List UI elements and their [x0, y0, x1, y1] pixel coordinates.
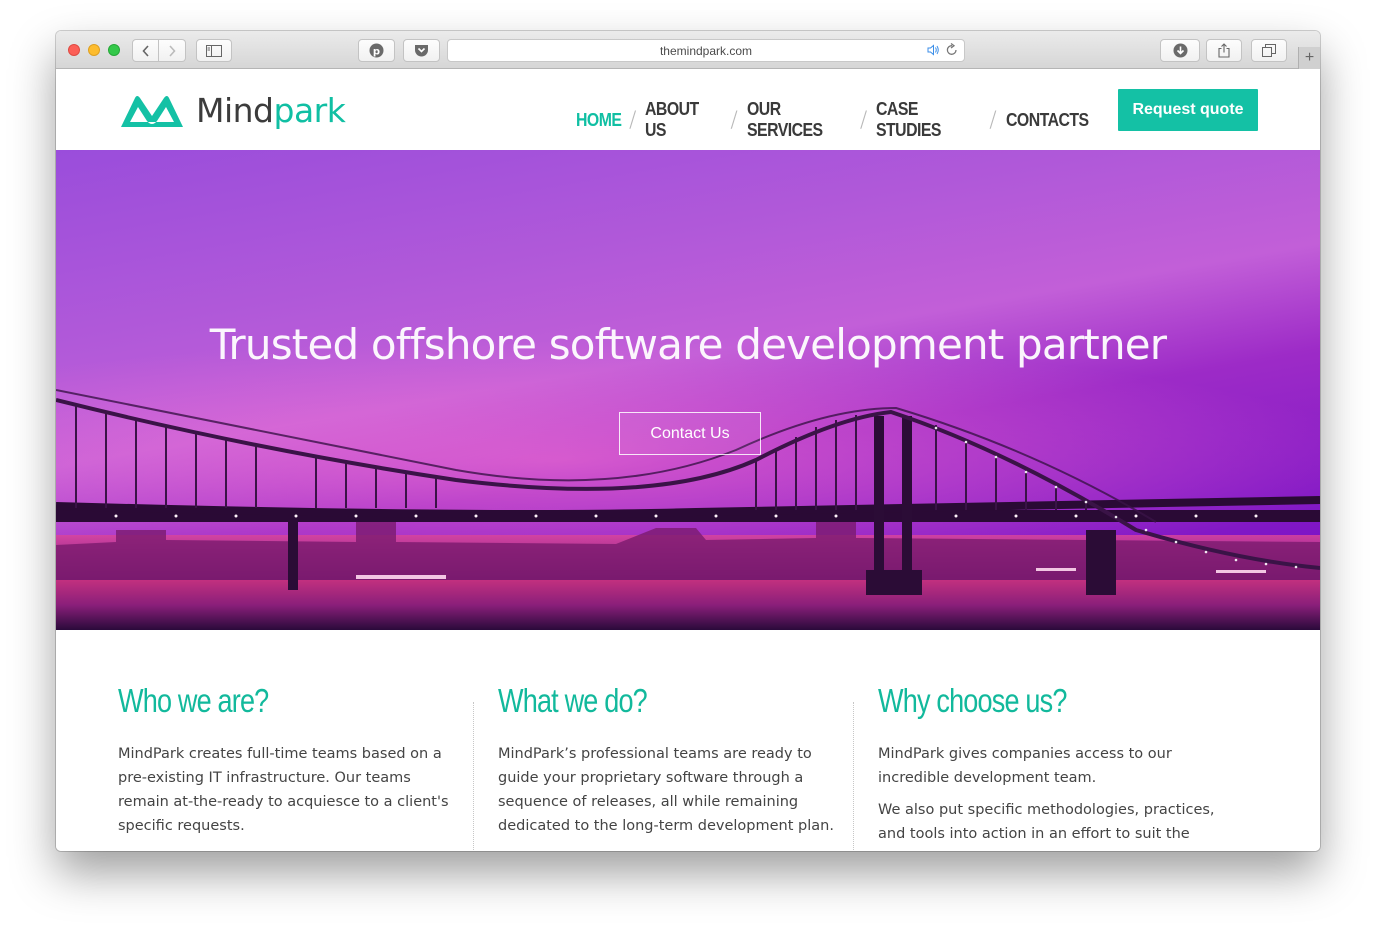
- feature-title: What we do?: [498, 682, 648, 719]
- mindpark-logo[interactable]: Mindpark: [118, 91, 346, 130]
- reload-icon[interactable]: [946, 42, 958, 59]
- column-divider: [473, 702, 474, 851]
- minimize-window-button[interactable]: [88, 44, 100, 56]
- close-window-button[interactable]: [68, 44, 80, 56]
- feature-why-choose-us: Why choose us? MindPark gives companies …: [878, 682, 1218, 851]
- nav-contacts[interactable]: CONTACTS: [1006, 110, 1089, 131]
- logo-text-prefix: Mind: [196, 91, 274, 130]
- features-section: Who we are? MindPark creates full-time t…: [56, 630, 1320, 851]
- sidebar-icon[interactable]: [196, 39, 232, 62]
- contact-us-button[interactable]: Contact Us: [619, 412, 761, 455]
- audio-icon[interactable]: [927, 44, 940, 59]
- main-navigation: HOME / ABOUT US / OUR SERVICES / CASE ST…: [576, 99, 1089, 141]
- feature-title: Why choose us?: [878, 682, 1067, 719]
- bridge-image: [56, 389, 1320, 630]
- address-bar[interactable]: themindpark.com: [447, 39, 965, 62]
- feature-text: MindPark creates full-time teams based o…: [118, 746, 449, 834]
- nav-about-us[interactable]: ABOUT US: [645, 99, 712, 141]
- site-header: Mindpark HOME / ABOUT US / OUR SERVICES …: [56, 69, 1320, 150]
- url-text: themindpark.com: [659, 43, 753, 58]
- feature-title: Who we are?: [118, 682, 269, 719]
- feature-text: MindPark’s professional teams are ready …: [498, 746, 834, 834]
- nav-our-services[interactable]: OUR SERVICES: [747, 99, 839, 141]
- pinterest-icon[interactable]: p: [358, 39, 395, 62]
- browser-toolbar: p themindpark.com +: [56, 31, 1320, 69]
- column-divider: [853, 702, 854, 851]
- zoom-window-button[interactable]: [108, 44, 120, 56]
- feature-who-we-are: Who we are? MindPark creates full-time t…: [118, 682, 458, 838]
- feature-what-we-do: What we do? MindPark’s professional team…: [498, 682, 838, 838]
- logo-text: Mindpark: [196, 91, 346, 130]
- back-icon[interactable]: [132, 39, 159, 62]
- nav-separator: /: [859, 107, 868, 133]
- request-quote-button[interactable]: Request quote: [1118, 89, 1258, 131]
- hero-title: Trusted offshore software development pa…: [209, 320, 1167, 369]
- svg-text:p: p: [373, 47, 380, 58]
- pocket-icon[interactable]: [403, 39, 440, 62]
- new-tab-icon[interactable]: +: [1298, 47, 1320, 69]
- tabs-icon[interactable]: [1251, 39, 1287, 62]
- nav-separator: /: [989, 107, 997, 133]
- nav-home[interactable]: HOME: [576, 110, 622, 131]
- logo-text-suffix: park: [273, 91, 346, 130]
- nav-separator: /: [730, 107, 738, 133]
- download-icon[interactable]: [1160, 39, 1200, 62]
- hero-banner: Trusted offshore software development pa…: [56, 150, 1320, 630]
- feature-text: We also put specific methodologies, prac…: [878, 802, 1215, 851]
- nav-separator: /: [629, 107, 637, 133]
- nav-case-studies[interactable]: CASE STUDIES: [876, 99, 968, 141]
- share-icon[interactable]: [1206, 39, 1242, 62]
- forward-icon[interactable]: [159, 39, 186, 62]
- feature-text: MindPark gives companies access to our i…: [878, 746, 1172, 786]
- logo-mark-icon: [121, 95, 183, 127]
- history-buttons: [132, 39, 186, 62]
- browser-window: p themindpark.com + Mindpark HOME / ABOU…: [56, 31, 1320, 851]
